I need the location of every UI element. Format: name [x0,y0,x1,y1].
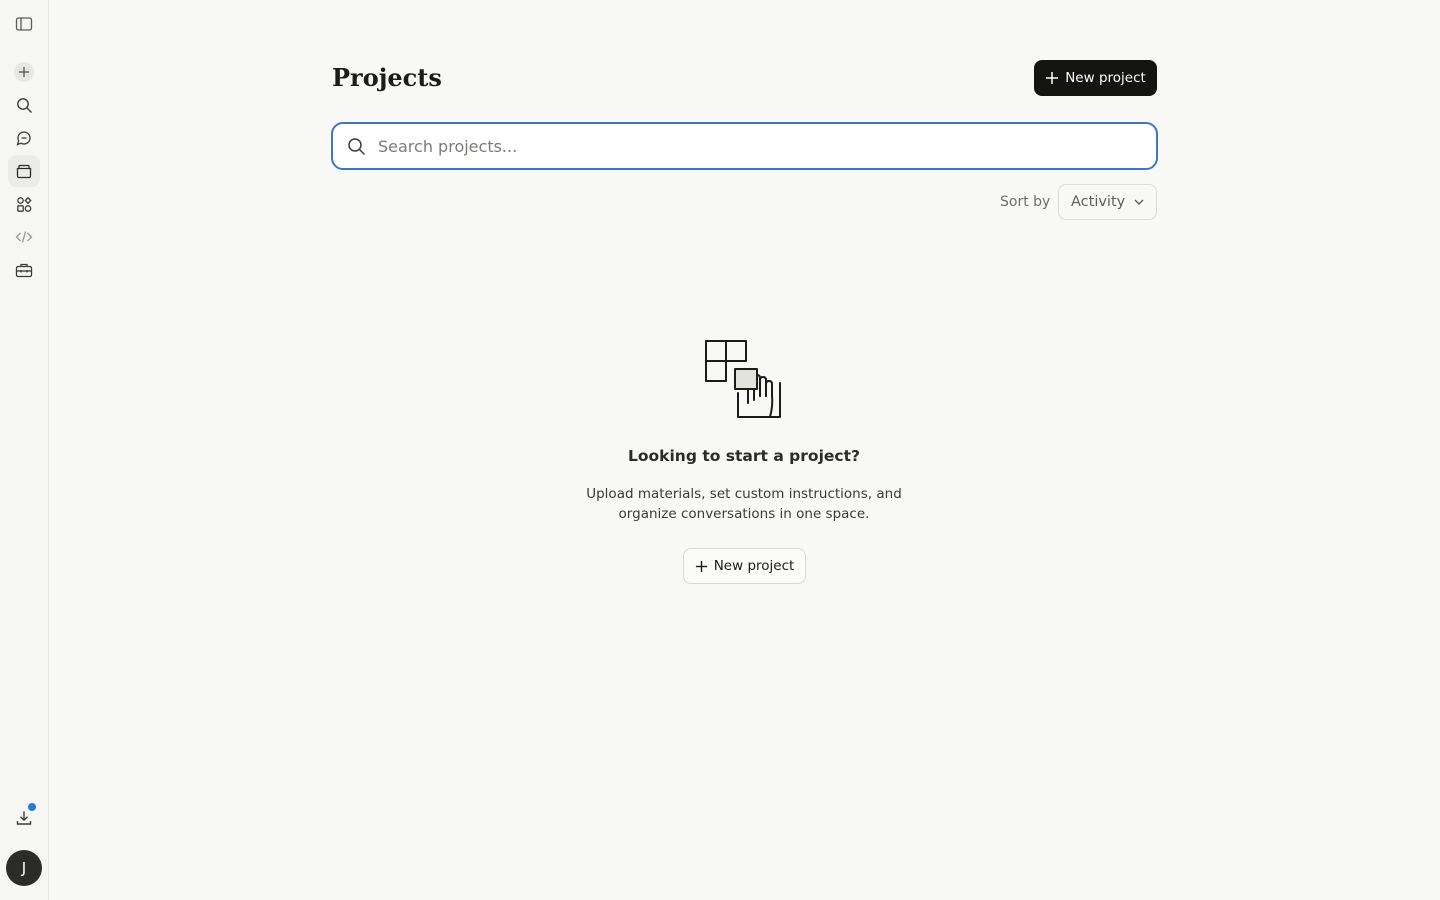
search-icon [16,97,32,113]
empty-state-title: Looking to start a project? [628,447,860,465]
toolbox-button[interactable] [8,254,40,286]
search-bar[interactable] [331,122,1158,170]
code-icon [15,231,33,243]
plus-icon [695,560,707,572]
sidebar-toggle-icon [15,17,33,31]
chats-icon [16,131,31,146]
notification-dot [28,803,36,811]
sort-selected-value: Activity [1071,194,1126,210]
search-input[interactable] [376,124,1156,168]
projects-icon [16,164,32,179]
empty-projects-illustration [705,340,781,418]
artifacts-icon [16,196,32,212]
toolbox-icon [15,263,33,278]
code-button[interactable] [8,221,40,253]
chats-button[interactable] [8,122,40,154]
plus-icon [19,67,29,77]
empty-state-button-label: New project [713,558,795,574]
page-title: Projects [332,63,442,92]
artifacts-button[interactable] [8,188,40,220]
download-icon [16,811,32,825]
new-chat-button[interactable] [8,56,40,88]
sort-label: Sort by [1000,194,1051,210]
new-project-button[interactable]: New project [1034,60,1157,96]
search-icon [348,137,366,155]
sort-dropdown[interactable]: Activity [1058,184,1157,220]
avatar[interactable]: J [6,850,42,886]
plus-icon [1046,72,1059,84]
chevron-down-icon [1134,199,1144,205]
sidebar-toggle-button[interactable] [8,8,40,40]
empty-state-new-project-button[interactable]: New project [683,548,806,584]
search-button[interactable] [8,89,40,121]
projects-button[interactable] [8,155,40,187]
avatar-initial: J [21,859,27,877]
empty-state-description: Upload materials, set custom instruction… [586,486,902,522]
new-project-label: New project [1065,70,1146,86]
download-app-button[interactable] [8,802,40,834]
